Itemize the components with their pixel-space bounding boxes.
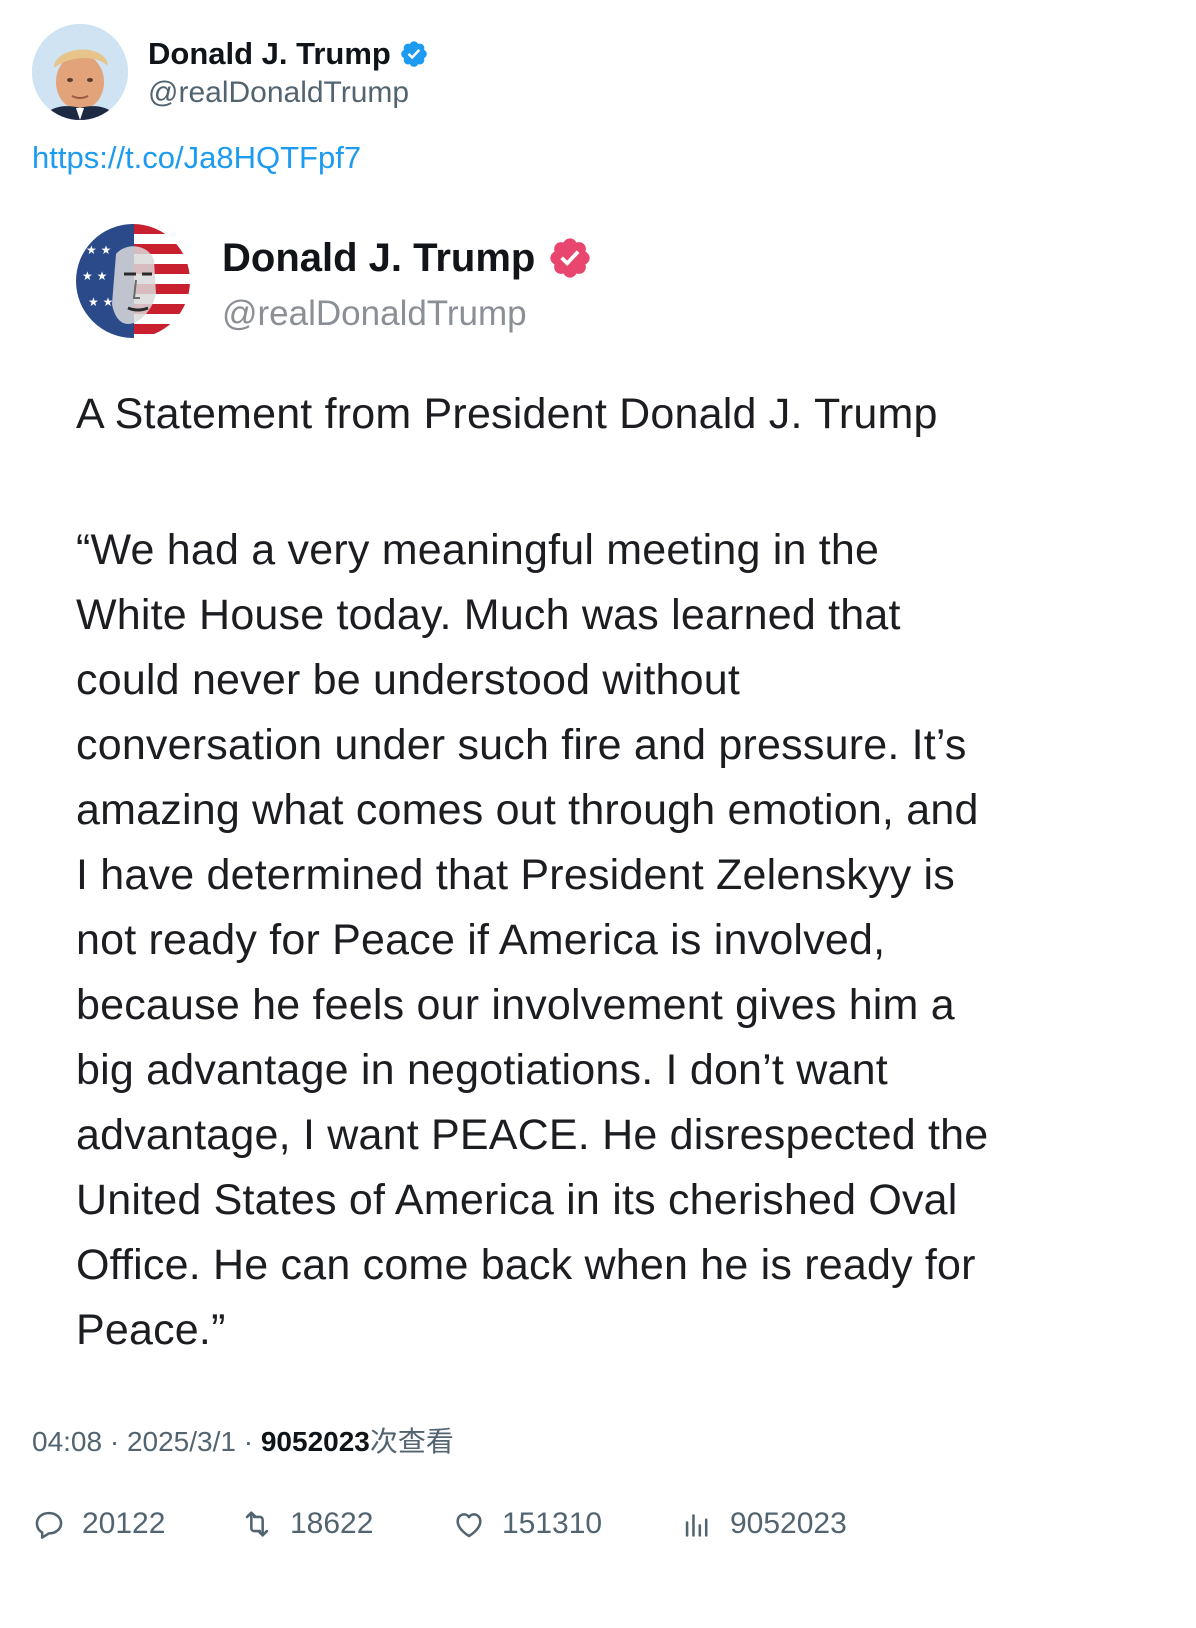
views-total: 9052023 xyxy=(730,1507,847,1540)
views-button[interactable]: 9052023 xyxy=(680,1500,847,1548)
statement-line: I have determined that President Zelensk… xyxy=(76,851,955,899)
statement-line: White House today. Much was learned that xyxy=(76,591,901,639)
author-handle[interactable]: @realDonaldTrump xyxy=(148,76,429,110)
action-bar: 20122 18622 151310 9052023 xyxy=(32,1500,1164,1548)
statement-line: because he feels our involvement gives h… xyxy=(76,981,955,1029)
tweet-link[interactable]: https://t.co/Ja8HQTFpf7 xyxy=(32,140,361,176)
views-count: 9052023 xyxy=(260,1426,370,1457)
avatar-portrait-icon xyxy=(32,24,128,120)
author-info: Donald J. Trump @realDonaldTrump xyxy=(148,34,429,110)
meta-separator: · xyxy=(235,1426,261,1457)
statement-line: big advantage in negotiations. I don’t w… xyxy=(76,1046,888,1094)
embedded-handle: @realDonaldTrump xyxy=(222,294,527,333)
svg-text:★ ★: ★ ★ xyxy=(88,295,113,309)
author-avatar[interactable] xyxy=(32,24,128,120)
embedded-avatar: ★ ★ ★ ★ ★ ★ xyxy=(76,224,190,338)
statement-title: A Statement from President Donald J. Tru… xyxy=(76,390,938,438)
flag-portrait-avatar-icon: ★ ★ ★ ★ ★ ★ xyxy=(76,224,190,338)
author-name-row: Donald J. Trump xyxy=(148,34,429,74)
heart-icon xyxy=(456,1513,482,1538)
statement-line: conversation under such fire and pressur… xyxy=(76,721,967,769)
tweet-meta: 04:08 · 2025/3/1 · 9052023次查看 xyxy=(32,1420,454,1460)
statement-body: “We had a very meaningful meeting in the… xyxy=(76,518,1096,1363)
embedded-author-info: Donald J. Trump @realDonaldTrump xyxy=(222,228,593,334)
tweet-media-image[interactable]: ★ ★ ★ ★ ★ ★ Donald J. Trump @realDonaldT… xyxy=(32,200,1164,1390)
retweet-count: 18622 xyxy=(290,1507,374,1540)
reply-bubble-icon xyxy=(35,1511,63,1539)
embedded-display-name: Donald J. Trump xyxy=(222,235,536,280)
statement-line: United States of America in its cherishe… xyxy=(76,1176,958,1224)
svg-text:★ ★: ★ ★ xyxy=(82,269,107,283)
tweet-date[interactable]: 2025/3/1 xyxy=(127,1426,236,1457)
statement-line: advantage, I want PEACE. He disrespected… xyxy=(76,1111,989,1159)
reply-count: 20122 xyxy=(82,1507,166,1540)
statement-line: could never be understood without xyxy=(76,656,740,704)
meta-separator: · xyxy=(102,1426,127,1457)
statement-line: Peace.” xyxy=(76,1306,226,1354)
embedded-header: ★ ★ ★ ★ ★ ★ Donald J. Trump @realDonaldT… xyxy=(76,224,593,338)
author-display-name[interactable]: Donald J. Trump xyxy=(148,36,391,72)
verified-badge-icon xyxy=(399,39,429,69)
svg-text:★ ★: ★ ★ xyxy=(86,243,111,257)
like-button[interactable]: 151310 xyxy=(452,1500,602,1548)
reply-button[interactable]: 20122 xyxy=(32,1500,165,1548)
statement-line: not ready for Peace if America is involv… xyxy=(76,916,886,964)
statement-line: “We had a very meaningful meeting in the xyxy=(76,526,880,574)
tweet-header: Donald J. Trump @realDonaldTrump xyxy=(32,24,429,120)
tweet-time[interactable]: 04:08 xyxy=(32,1426,102,1457)
retweet-button[interactable]: 18622 xyxy=(240,1500,373,1548)
views-label: 次查看 xyxy=(369,1426,454,1457)
embedded-verified-badge-icon xyxy=(547,235,593,281)
like-count: 151310 xyxy=(502,1507,603,1540)
embedded-name-row: Donald J. Trump xyxy=(222,228,593,288)
bar-chart-icon xyxy=(685,1514,708,1537)
statement-line: amazing what comes out through emotion, … xyxy=(76,786,979,834)
retweet-icon xyxy=(245,1511,269,1537)
statement-line: Office. He can come back when he is read… xyxy=(76,1241,976,1289)
